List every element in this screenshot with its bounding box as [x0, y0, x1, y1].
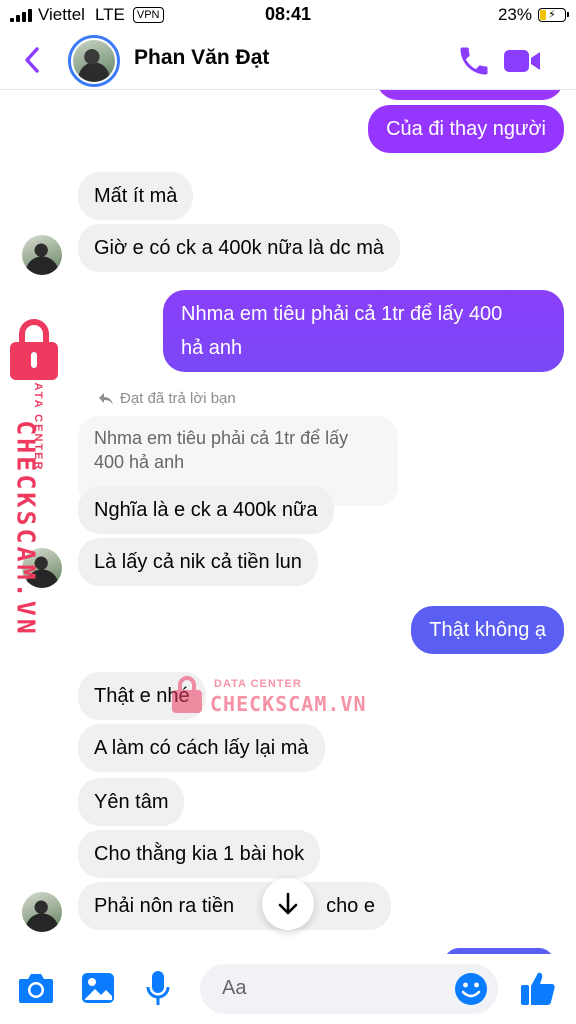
message-bubble-incoming[interactable]: Mất ít mà: [78, 172, 194, 220]
status-right: 23% ⚡: [497, 5, 569, 25]
lock-icon: [172, 676, 202, 713]
watermark-brand: CHECKSCAM.VN: [210, 692, 367, 716]
message-bubble-outgoing[interactable]: Của đi thay người: [368, 105, 564, 153]
watermark-vertical: DATA CENTER CHECKSCAM.VN: [4, 316, 64, 646]
message-bubble-incoming[interactable]: Cho thằng kia 1 bài hok: [78, 830, 321, 878]
message-text: Thật không ạ: [429, 619, 546, 641]
message-bubble-incoming[interactable]: Yên tâm: [78, 778, 185, 826]
message-list[interactable]: Của đi thay người Mất ít mà Giờ e có ck …: [0, 90, 576, 954]
contact-name[interactable]: Phan Văn Đạt: [134, 46, 269, 70]
conversation-header: Phan Văn Đạt: [0, 30, 576, 90]
video-call-button[interactable]: [502, 43, 542, 79]
scroll-to-bottom-button[interactable]: [262, 878, 314, 930]
camera-button[interactable]: [16, 968, 56, 1008]
watermark-tagline: DATA CENTER: [214, 678, 302, 690]
message-text: Cho thằng kia 1 bài hok: [94, 843, 305, 865]
message-bubble-incoming[interactable]: Giờ e có ck a 400k nữa là dc mà: [78, 224, 400, 272]
message-text: Là lấy cả nik cả tiền lun: [94, 551, 302, 573]
contact-avatar[interactable]: [68, 35, 120, 87]
video-camera-icon: [504, 50, 540, 72]
watermark-brand: CHECKSCAM.VN: [11, 420, 41, 637]
clock: 08:41: [264, 4, 312, 24]
message-text: A làm có cách lấy lại mà: [94, 737, 309, 759]
message-bubble-incoming[interactable]: Nghĩa là e ck a 400k nữa: [78, 486, 334, 534]
like-button[interactable]: [518, 968, 558, 1008]
phone-icon: [460, 47, 488, 75]
image-icon: [82, 973, 114, 1003]
quoted-text-line: 400 hả anh: [94, 452, 185, 472]
camera-icon: [19, 974, 53, 1003]
message-input[interactable]: Aa: [200, 964, 498, 1014]
message-bubble-outgoing[interactable]: Nhma em tiêu phải cả 1tr để lấy 400 hả a…: [163, 290, 564, 372]
message-bubble-incoming[interactable]: Là lấy cả nik cả tiền lun: [78, 538, 318, 586]
message-text: Mất ít mà: [94, 185, 178, 207]
microphone-icon: [146, 971, 170, 1005]
message-input-placeholder: Aa: [222, 977, 247, 999]
message-text: Phải nôn ra tiền: [94, 895, 235, 917]
gallery-button[interactable]: [78, 968, 118, 1008]
message-text: Của đi thay người: [386, 118, 546, 140]
arrow-down-icon: [278, 892, 298, 915]
back-button[interactable]: [16, 42, 48, 78]
message-text-line: hả anh: [181, 337, 243, 359]
sender-avatar[interactable]: [22, 892, 62, 932]
reply-indicator: Đạt đã trả lời bạn: [98, 390, 236, 407]
battery-percent: 23%: [497, 5, 532, 24]
message-text: Nghĩa là e ck a 400k nữa: [94, 499, 318, 521]
emoji-icon[interactable]: [454, 972, 488, 1006]
composer-bar: Aa: [0, 954, 576, 1024]
message-bubble-incoming[interactable]: A làm có cách lấy lại mà: [78, 724, 325, 772]
voice-message-button[interactable]: [138, 968, 178, 1008]
reply-arrow-icon: [99, 392, 113, 405]
message-bubble-outgoing[interactable]: Thật không ạ: [411, 606, 564, 654]
status-bar: Viettel LTE VPN 08:41 23% ⚡: [0, 0, 576, 30]
chevron-left-icon: [25, 47, 39, 73]
message-text-line: Nhma em tiêu phải cả 1tr để lấy 400: [181, 303, 503, 325]
sender-avatar[interactable]: [22, 235, 62, 275]
message-text: Yên tâm: [94, 791, 169, 813]
message-bubble-outgoing-partial[interactable]: [376, 90, 564, 100]
message-bubble-incoming[interactable]: Phải nôn ra tiền cho e: [78, 882, 391, 930]
quoted-text-line: Nhma em tiêu phải cả 1tr để lấy: [94, 428, 349, 448]
thumbs-up-icon: [521, 972, 555, 1005]
watermark-center: DATA CENTER CHECKSCAM.VN: [170, 668, 370, 718]
message-text-tail: cho e: [326, 895, 375, 917]
reply-label-text: Đạt đã trả lời bạn: [120, 390, 236, 407]
message-text: Giờ e có ck a 400k nữa là dc mà: [94, 237, 384, 259]
battery-icon: ⚡: [538, 8, 569, 22]
voice-call-button[interactable]: [456, 43, 492, 79]
